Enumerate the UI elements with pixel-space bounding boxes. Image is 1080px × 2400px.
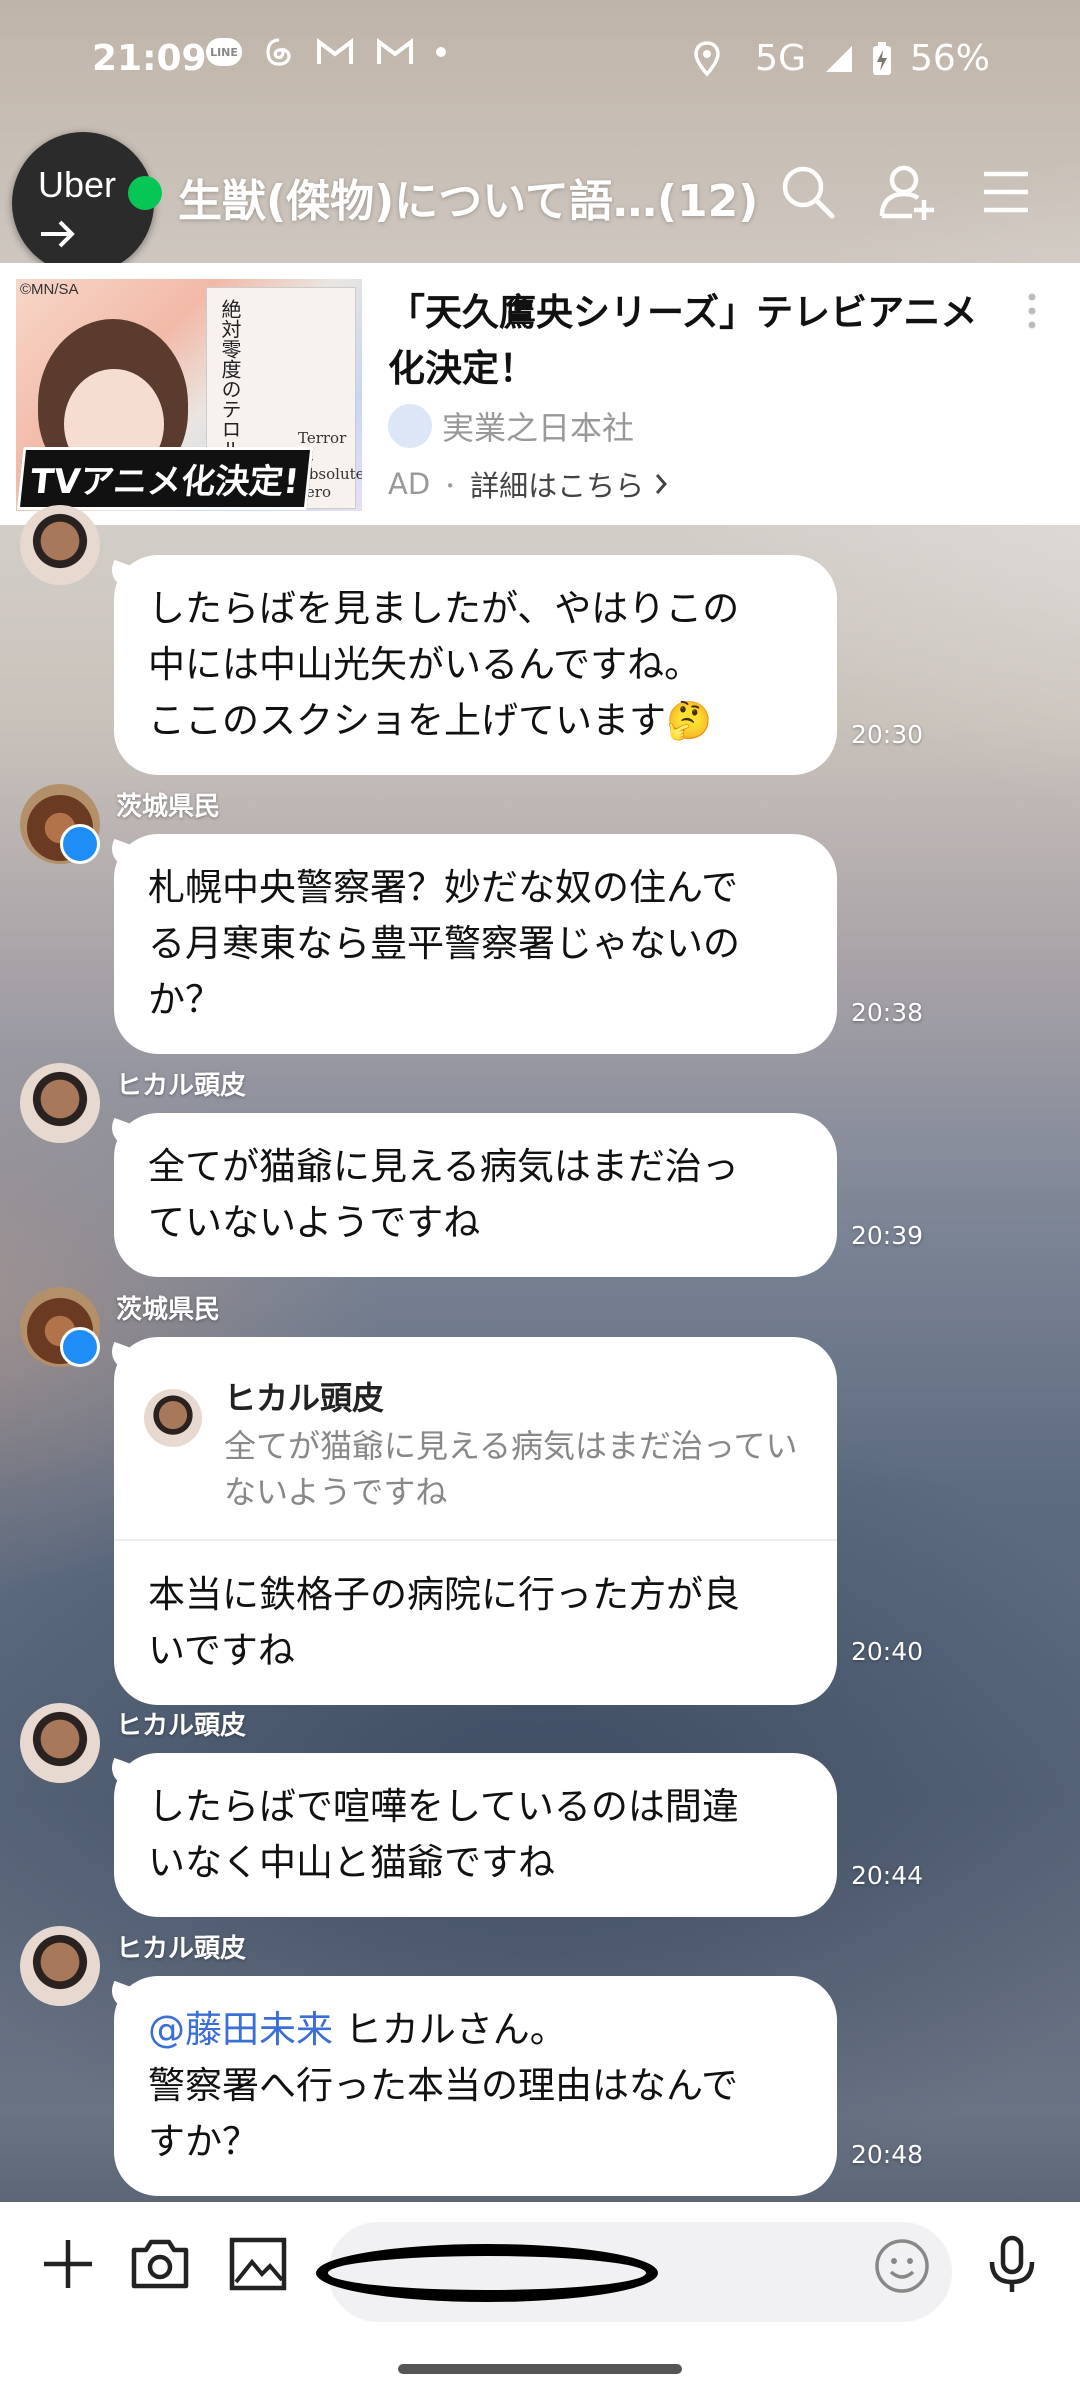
gmail-notification-icon [317, 38, 353, 64]
message-line: 全てが猫爺に見える病気はまだ治っ [148, 1145, 739, 1188]
message-line: したらばを見ましたが、やはりこの [148, 587, 740, 630]
add-friend-icon[interactable] [876, 160, 940, 224]
sender-avatar[interactable] [20, 1926, 100, 2006]
sender-avatar[interactable] [20, 784, 100, 864]
line-notification-icon: LINE [206, 38, 242, 66]
message-time: 20:40 [851, 1637, 924, 1666]
menu-icon[interactable] [974, 160, 1038, 224]
crown-icon [60, 1327, 100, 1367]
message-line: 札幌中央警察署？妙だな奴の住んで [148, 866, 739, 909]
advertiser-avatar-icon [388, 404, 432, 448]
sender-name: ヒカル頭皮 [116, 1071, 247, 1101]
sender-name: 茨城県民 [116, 792, 221, 822]
uber-label: Uber [38, 164, 117, 205]
message-bubble[interactable]: 札幌中央警察署？妙だな奴の住んで る月寒東なら豊平警察署じゃないの か？ [114, 834, 837, 1054]
mention-rest: ヒカルさん。 [333, 2008, 567, 2051]
more-notifications-dot [436, 47, 446, 57]
sender-avatar[interactable] [20, 1287, 100, 1367]
message-line: したらばで喧嘩をしているのは間違 [148, 1785, 739, 1828]
system-icons: 5G 56% [693, 38, 990, 79]
message-time: 20:38 [851, 998, 924, 1027]
message-line: か？ [148, 978, 222, 1021]
message-bubble[interactable]: @藤田未来 ヒカルさん。 警察署へ行った本当の理由はなんで すか？ [114, 1976, 837, 2196]
reply-avatar [144, 1389, 202, 1447]
plus-icon[interactable] [36, 2232, 100, 2296]
gmail-notification-icon-2 [377, 38, 413, 64]
ad-options-icon[interactable] [1022, 291, 1042, 331]
message-line: 本当に鉄格子の病院に行った方が良 [148, 1573, 740, 1616]
sender-avatar[interactable] [20, 1063, 100, 1143]
redaction-scribble [316, 2244, 658, 2302]
message-bubble[interactable]: したらばで喧嘩をしているのは間違 いなく中山と猫爺ですね [114, 1753, 837, 1917]
chat-header: Uber 生獣(傑物)について語…(12) [0, 120, 1080, 274]
camera-icon[interactable] [128, 2232, 192, 2296]
ad-footer: AD ・ 詳細はこちら [388, 463, 668, 505]
chevron-right-icon [656, 474, 668, 494]
arrow-right-icon [41, 220, 75, 248]
sender-avatar[interactable] [20, 1703, 100, 1783]
ad-image[interactable]: 絶対零度のテロル Terror at Absolute zero ©MN/SA … [16, 279, 362, 511]
message-line: いですね [148, 1629, 295, 1672]
reply-sender-name: ヒカル頭皮 [224, 1379, 385, 1417]
ad-details-link[interactable]: 詳細はこちら [470, 463, 644, 505]
ad-banner[interactable]: 絶対零度のテロル Terror at Absolute zero ©MN/SA … [0, 263, 1080, 525]
message-bubble[interactable]: 全てが猫爺に見える病気はまだ治っ ていないようですね [114, 1113, 837, 1277]
message-bubble[interactable]: したらばを見ましたが、やはりこの 中には中山光矢がいるんですね。 ここのスクショ… [114, 555, 837, 775]
emoji-icon[interactable] [872, 2236, 932, 2296]
status-bar: 21:09 LINE 5G 56% [0, 0, 1080, 120]
battery-icon [872, 41, 891, 75]
message-line: る月寒東なら豊平警察署じゃないの [148, 922, 740, 965]
mention-link[interactable]: @藤田未来 [148, 2008, 333, 2051]
location-icon [694, 40, 720, 77]
battery-percent: 56% [909, 38, 990, 79]
sender-name: ヒカル頭皮 [116, 1711, 247, 1741]
ad-advertiser: 実業之日本社 [388, 403, 634, 449]
microphone-icon[interactable] [980, 2232, 1044, 2296]
chat-title[interactable]: 生獣(傑物)について語…(12) [178, 165, 758, 229]
reply-quote[interactable]: ヒカル頭皮 全てが猫爺に見える病気はまだ治ってい ないようですね [114, 1359, 837, 1541]
home-indicator[interactable] [398, 2364, 682, 2374]
search-icon[interactable] [776, 160, 840, 224]
status-time: 21:09 [92, 38, 207, 79]
message-line: 警察署へ行った本当の理由はなんで [148, 2064, 739, 2107]
message-line-with-mention: @藤田未来 ヒカルさん。 [148, 2002, 803, 2058]
signal-icon [825, 45, 852, 72]
ad-separator-dot: ・ [440, 473, 461, 498]
ad-image-banner: TVアニメ化決定! [16, 447, 314, 510]
message-time: 20:44 [851, 1861, 924, 1890]
reply-text-line: 全てが猫爺に見える病気はまだ治ってい [224, 1427, 798, 1465]
sender-avatar[interactable] [20, 505, 100, 585]
message-line: いなく中山と猫爺ですね [148, 1841, 555, 1884]
message-time: 20:48 [851, 2140, 924, 2169]
ad-image-book-title: 絶対零度のテロル [218, 299, 242, 459]
message-time: 20:30 [851, 720, 924, 749]
image-icon[interactable] [226, 2232, 290, 2296]
message-time: 20:39 [851, 1221, 924, 1250]
notification-icons: LINE [206, 36, 446, 68]
advertiser-name: 実業之日本社 [442, 409, 635, 447]
message-line: ここのスクショを上げています🤔 [148, 699, 713, 742]
message-line: 中には中山光矢がいるんですね。 [148, 643, 702, 686]
message-bubble[interactable]: ヒカル頭皮 全てが猫爺に見える病気はまだ治ってい ないようですね 本当に鉄格子の… [114, 1337, 837, 1705]
ad-label: AD [388, 467, 431, 501]
sender-name: ヒカル頭皮 [116, 1934, 247, 1964]
green-dot [128, 176, 162, 210]
network-type: 5G [755, 38, 806, 79]
threads-notification-icon [266, 38, 291, 66]
message-line: ていないようですね [148, 1201, 481, 1244]
message-line: すか？ [148, 2120, 259, 2163]
sender-name: 茨城県民 [116, 1295, 221, 1325]
ad-image-copyright: ©MN/SA [20, 281, 79, 298]
ad-title[interactable]: 「天久鷹央シリーズ」テレビアニメ化決定！ [388, 285, 1008, 397]
reply-text-line: ないようですね [224, 1473, 448, 1511]
crown-icon [60, 824, 100, 864]
